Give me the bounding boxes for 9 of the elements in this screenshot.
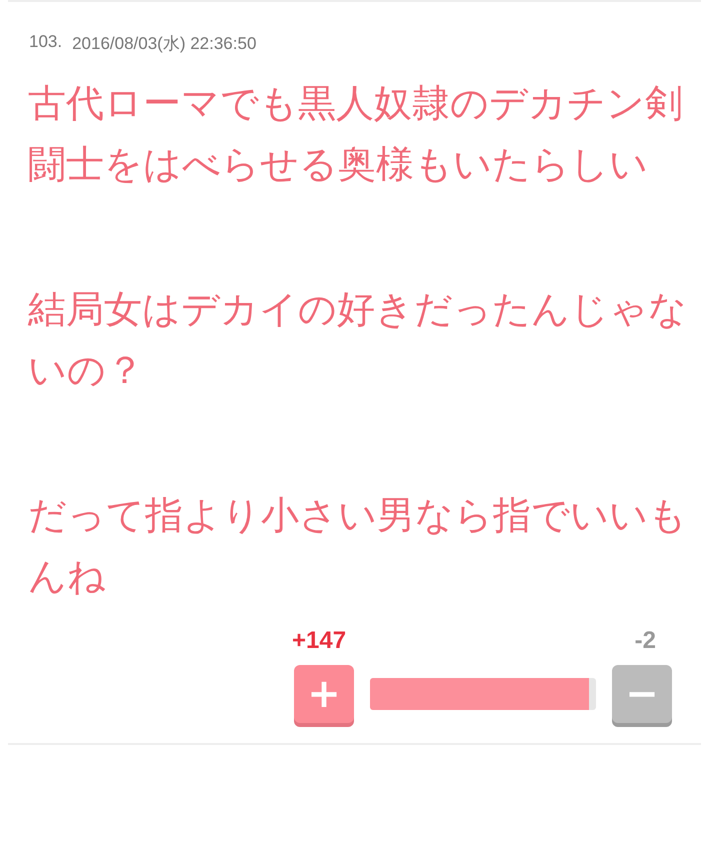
minus-count: -2 xyxy=(634,627,656,655)
comment-paragraph: 結局女はデカイの好きだったんじゃないの？ xyxy=(28,286,688,394)
comment-date: 2016/08/03(水) 22:36:50 xyxy=(72,33,256,55)
comment-number: 103. xyxy=(29,32,62,53)
comment-paragraph: だって指より小さい男なら指でいいもんね xyxy=(28,492,688,600)
plus-count: +147 xyxy=(292,627,346,655)
comment-paragraph: 古代ローマでも黒人奴隷のデカチン剣闘士をはべらせる奥様もいたらしい xyxy=(28,80,684,188)
minus-button[interactable]: − xyxy=(612,665,672,723)
plus-button[interactable]: + xyxy=(294,665,354,723)
